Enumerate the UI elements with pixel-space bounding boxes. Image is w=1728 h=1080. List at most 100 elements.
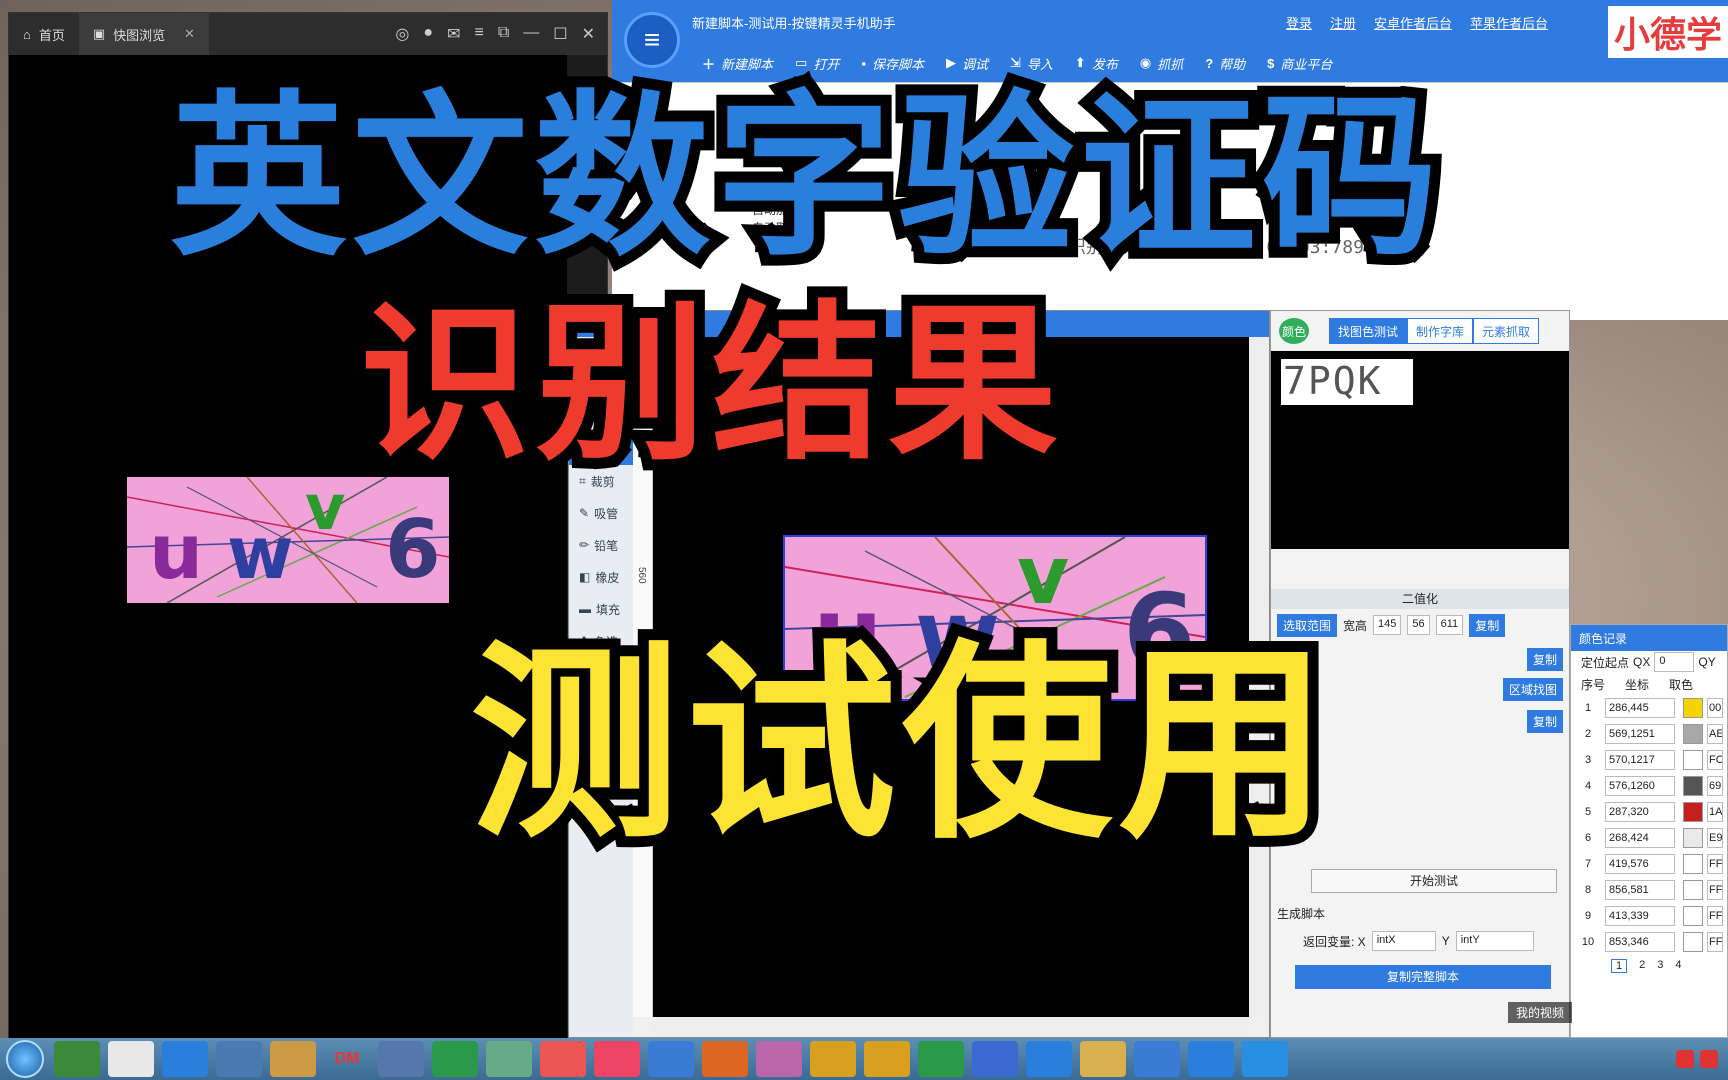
record-row[interactable]: 4 576,1260 69 [1571, 773, 1727, 799]
start-button[interactable] [6, 1040, 44, 1078]
tab-image-viewer[interactable]: ▣ 快图浏览 ✕ [78, 13, 209, 55]
page-1[interactable]: 1 [1611, 959, 1628, 973]
color-button[interactable]: 颜色 [1279, 318, 1309, 344]
calculator-icon[interactable] [378, 1041, 424, 1077]
close-icon[interactable]: ✕ [582, 24, 595, 44]
record-hex[interactable]: FC [1707, 750, 1723, 770]
qx-input[interactable]: 0 [1654, 652, 1695, 672]
record-hex[interactable]: FF [1707, 906, 1723, 926]
maximize-icon[interactable]: ☐ [553, 24, 567, 44]
tray-icon[interactable] [1700, 1050, 1718, 1068]
record-coord[interactable]: 570,1217 [1605, 750, 1675, 770]
minimize-icon[interactable]: — [523, 24, 539, 44]
chart-icon[interactable] [486, 1041, 532, 1077]
folder-icon[interactable] [1080, 1041, 1126, 1077]
login-link[interactable]: 登录 [1286, 13, 1312, 32]
network-icon[interactable] [216, 1041, 262, 1077]
record-row[interactable]: 3 570,1217 FC [1571, 747, 1727, 773]
region-find-button[interactable]: 区域找图 [1502, 677, 1563, 701]
record-coord[interactable]: 268,424 [1605, 828, 1675, 848]
record-coord[interactable]: 419,576 [1605, 854, 1675, 874]
fill-tool[interactable]: ▬ 填充 [569, 593, 633, 625]
var-x-input[interactable]: intX [1371, 931, 1436, 951]
p64-icon[interactable] [810, 1041, 856, 1077]
document-icon[interactable] [108, 1041, 154, 1077]
eraser-tool[interactable]: ◧ 橡皮 [569, 561, 633, 593]
size-value[interactable]: 611 [1435, 615, 1464, 635]
record-row[interactable]: 8 856,581 FF [1571, 877, 1727, 903]
debug-button[interactable]: ▶ 调试 [946, 54, 988, 73]
record-coord[interactable]: 853,346 [1605, 932, 1675, 952]
mail-icon[interactable]: ✉ [447, 24, 460, 44]
copy-button[interactable]: 复制 [1469, 613, 1506, 637]
record-coord[interactable]: 286,445 [1605, 698, 1675, 718]
business-platform-button[interactable]: $ 商业平台 [1267, 54, 1332, 73]
android-author-link[interactable]: 安卓作者后台 [1374, 13, 1452, 32]
record-coord[interactable]: 576,1260 [1605, 776, 1675, 796]
pencil-tool[interactable]: ✏ 铅笔 [569, 529, 633, 561]
user-icon[interactable]: ● [423, 24, 433, 44]
capture-button[interactable]: ◉ 抓抓 [1140, 54, 1183, 73]
size-value[interactable]: 56 [1407, 615, 1430, 635]
help-button[interactable]: ? 帮助 [1205, 54, 1245, 73]
record-row[interactable]: 9 413,339 FF [1571, 903, 1727, 929]
q64-icon[interactable] [864, 1041, 910, 1077]
tray-icon[interactable] [1676, 1050, 1694, 1068]
pink-icon[interactable] [594, 1041, 640, 1077]
size-value[interactable]: 145 [1373, 615, 1402, 635]
record-hex[interactable]: FF [1707, 854, 1723, 874]
var-y-input[interactable]: intY [1455, 931, 1534, 951]
qq-icon[interactable] [1026, 1041, 1072, 1077]
open-button[interactable]: ▭ 打开 [795, 54, 839, 73]
record-hex[interactable]: AE [1707, 724, 1723, 744]
copy-button[interactable]: 复制 [1526, 647, 1563, 671]
record-coord[interactable]: 856,581 [1605, 880, 1675, 900]
file-manager-icon[interactable] [54, 1041, 100, 1077]
publish-button[interactable]: ⬆ 发布 [1075, 54, 1118, 73]
record-row[interactable]: 10 853,346 FF [1571, 929, 1727, 955]
record-coord[interactable]: 569,1251 [1605, 724, 1675, 744]
tab-close-icon[interactable]: ✕ [184, 26, 195, 42]
record-hex[interactable]: 69 [1707, 776, 1723, 796]
record-hex[interactable]: 1A [1707, 802, 1723, 822]
record-hex[interactable]: FF [1707, 932, 1723, 952]
pinwheel-icon[interactable] [756, 1041, 802, 1077]
tab-find-color-test[interactable]: 找图色测试 [1329, 318, 1408, 344]
record-coord[interactable]: 413,339 [1605, 906, 1675, 926]
record-hex[interactable]: E9 [1707, 828, 1723, 848]
tab-make-font[interactable]: 制作字库 [1407, 318, 1474, 344]
apple-author-link[interactable]: 苹果作者后台 [1470, 13, 1548, 32]
menu-icon[interactable]: ≡ [474, 24, 483, 44]
record-row[interactable]: 5 287,320 1A [1571, 799, 1727, 825]
edge-icon[interactable] [1242, 1041, 1288, 1077]
save-script-button[interactable]: ▪ 保存脚本 [861, 54, 924, 73]
copy-full-script-button[interactable]: 复制完整脚本 [1295, 965, 1551, 989]
tab-element-grab[interactable]: 元素抓取 [1473, 318, 1540, 344]
cloud-icon[interactable] [162, 1041, 208, 1077]
start-test-button[interactable]: 开始测试 [1311, 869, 1557, 893]
green-app-icon[interactable] [918, 1041, 964, 1077]
record-row[interactable]: 7 419,576 FF [1571, 851, 1727, 877]
p-icon[interactable] [1188, 1041, 1234, 1077]
record-coord[interactable]: 287,320 [1605, 802, 1675, 822]
record-row[interactable]: 1 286,445 00 [1571, 695, 1727, 721]
new-script-button[interactable]: ＋ 新建脚本 [702, 54, 773, 73]
copy-button[interactable]: 复制 [1526, 709, 1563, 733]
image-icon[interactable] [270, 1041, 316, 1077]
record-hex[interactable]: FF [1707, 880, 1723, 900]
record-hex[interactable]: 00 [1707, 698, 1723, 718]
book-icon[interactable] [648, 1041, 694, 1077]
page-4[interactable]: 4 [1675, 959, 1681, 973]
tab-home[interactable]: ⌂ 首页 [9, 13, 79, 55]
monkey-icon[interactable] [702, 1041, 748, 1077]
menu-logo-icon[interactable]: ≡ [624, 12, 680, 68]
record-row[interactable]: 2 569,1251 AE [1571, 721, 1727, 747]
robot-icon[interactable] [972, 1041, 1018, 1077]
page-2[interactable]: 2 [1639, 959, 1645, 973]
phone-icon[interactable] [1134, 1041, 1180, 1077]
restore-icon[interactable]: ⧉ [498, 24, 509, 44]
home-green-icon[interactable] [432, 1041, 478, 1077]
arrow-icon[interactable] [540, 1041, 586, 1077]
record-row[interactable]: 6 268,424 E9 [1571, 825, 1727, 851]
page-3[interactable]: 3 [1657, 959, 1663, 973]
